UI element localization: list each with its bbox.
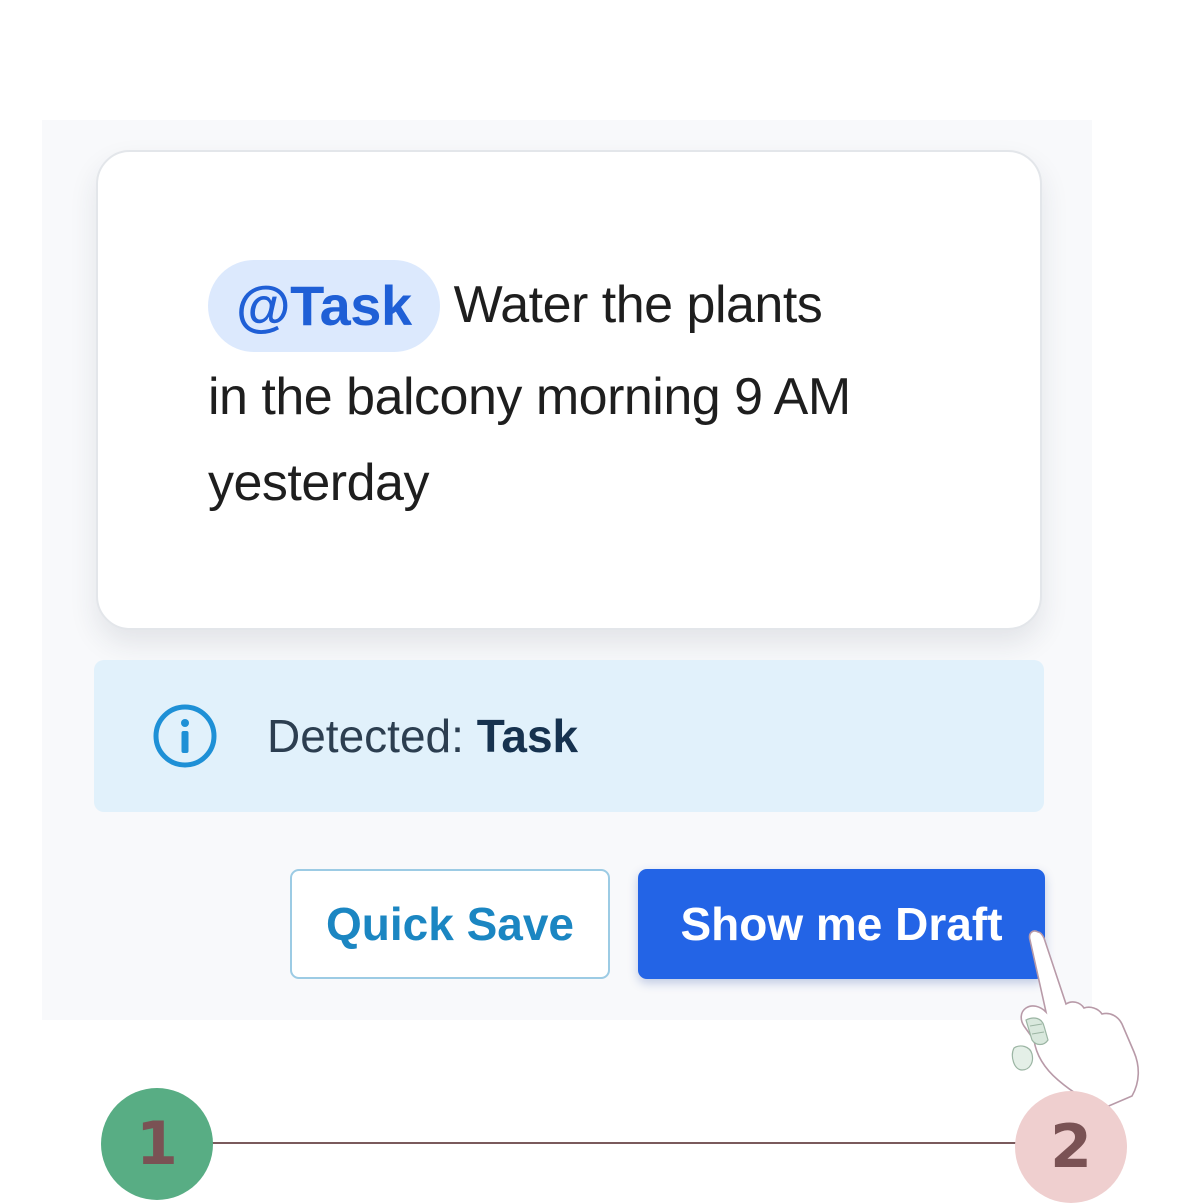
stepper-line bbox=[156, 1142, 1072, 1144]
task-mention-chip[interactable]: @Task bbox=[208, 260, 440, 352]
note-text-line-3: yesterday bbox=[208, 454, 429, 512]
detection-value: Task bbox=[476, 710, 579, 762]
info-icon bbox=[153, 704, 217, 768]
detection-text: Detected: Task bbox=[267, 706, 578, 766]
note-input-card[interactable]: @Task Water the plants in the balcony morn… bbox=[96, 150, 1042, 630]
note-text-line-2: in the balcony morning 9 AM bbox=[208, 368, 851, 426]
detection-label: Detected: bbox=[267, 710, 477, 762]
step-2-indicator[interactable]: 2 bbox=[1015, 1091, 1127, 1203]
pointing-hand-icon bbox=[1011, 930, 1140, 1109]
note-text-line-1: Water the plants bbox=[453, 276, 823, 334]
step-1-indicator[interactable]: 1 bbox=[101, 1088, 213, 1200]
detection-banner: Detected: Task bbox=[94, 660, 1044, 812]
note-text[interactable]: @Task Water the plants in the balcony morn… bbox=[208, 260, 948, 526]
show-draft-button[interactable]: Show me Draft bbox=[638, 869, 1045, 979]
quick-save-button[interactable]: Quick Save bbox=[290, 869, 610, 979]
